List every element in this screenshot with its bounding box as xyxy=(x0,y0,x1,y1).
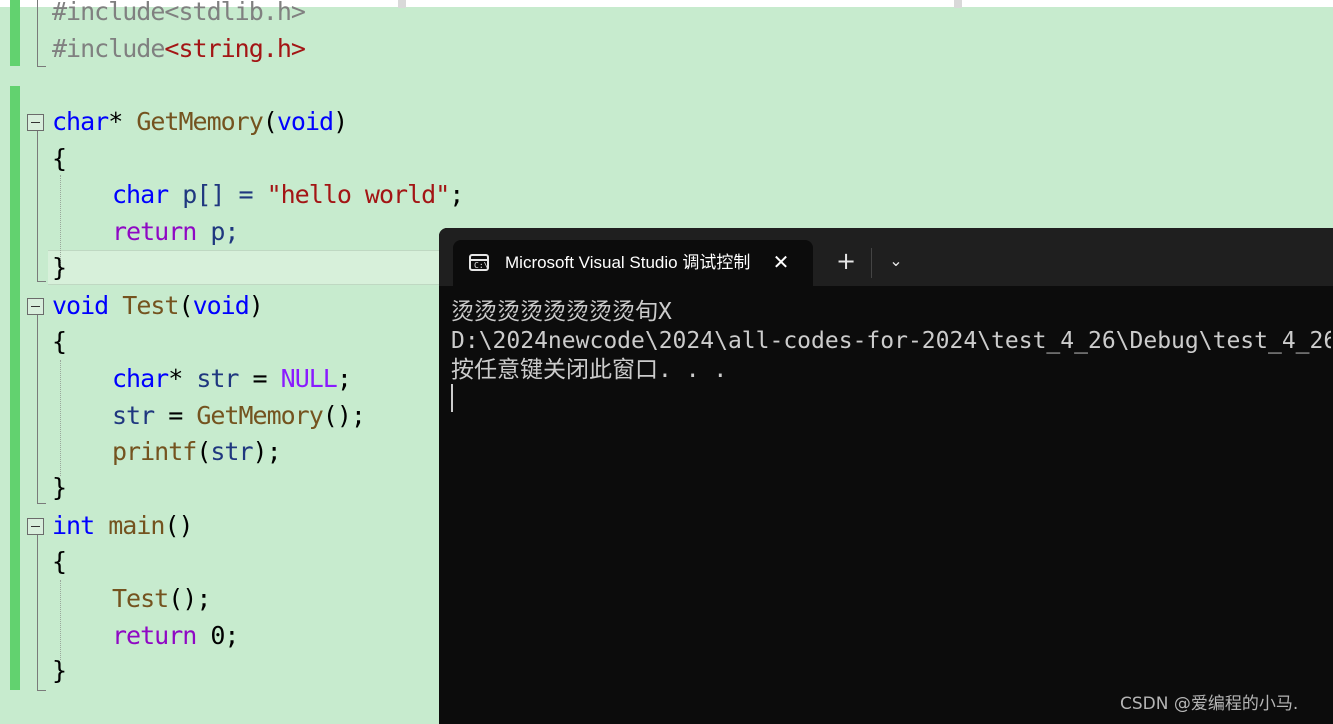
call-token: (); xyxy=(168,584,211,613)
call-token: ); xyxy=(252,437,282,466)
code-line-str-assign[interactable]: str = GetMemory(); xyxy=(112,398,366,434)
close-icon[interactable]: ✕ xyxy=(769,249,793,275)
paren-token: ) xyxy=(333,107,348,136)
include-path: <string.h> xyxy=(164,34,306,63)
code-line-include-stdlib[interactable]: #include<stdlib.h> xyxy=(52,0,306,30)
tab-divider xyxy=(954,0,962,8)
terminal-output[interactable]: 烫烫烫烫烫烫烫烫旬X D:\2024newcode\2024\all-codes… xyxy=(451,298,1331,385)
collapse-icon[interactable] xyxy=(27,114,44,131)
code-line-main-decl[interactable]: int main() xyxy=(52,508,194,544)
outline-line-end xyxy=(37,503,46,504)
outline-line xyxy=(37,0,38,66)
tab-divider xyxy=(398,0,406,8)
code-line-test-call[interactable]: Test(); xyxy=(112,581,211,617)
code-line-brace-close[interactable]: } xyxy=(52,653,67,689)
number-token: 0; xyxy=(196,621,239,650)
code-line-char-array[interactable]: char p[] = "hello world"; xyxy=(112,177,464,213)
code-line-brace-open[interactable]: { xyxy=(52,141,67,177)
operator-token: = xyxy=(154,401,197,430)
code-line-str-null[interactable]: char* str = NULL; xyxy=(112,361,352,397)
output-line-press-key: 按任意键关闭此窗口. . . xyxy=(451,357,728,383)
output-line-exe-path: D:\2024newcode\2024\all-codes-for-2024\t… xyxy=(451,328,1331,354)
outline-line-end xyxy=(37,690,46,691)
collapse-icon[interactable] xyxy=(27,298,44,315)
code-line-include-string[interactable]: #include<string.h> xyxy=(52,31,306,67)
outline-line-end xyxy=(37,66,46,67)
output-line-garbage: 烫烫烫烫烫烫烫烫旬X xyxy=(451,299,672,325)
outline-line xyxy=(37,315,38,503)
call-token: (); xyxy=(322,401,366,430)
outline-line xyxy=(37,131,38,281)
function-name: printf xyxy=(112,437,197,466)
paren-token: ( xyxy=(262,107,278,136)
code-line-getmemory-decl[interactable]: char* GetMemory(void) xyxy=(52,104,348,140)
code-line-return-p[interactable]: return p; xyxy=(112,214,239,250)
type-keyword: void xyxy=(276,107,334,136)
console-icon-text: C:\ xyxy=(474,261,489,270)
indent-guide xyxy=(60,580,61,660)
string-literal: "hello world" xyxy=(266,180,451,209)
operator-token: = xyxy=(238,364,281,393)
terminal-tab[interactable]: C:\ Microsoft Visual Studio 调试控制台 ✕ xyxy=(453,240,813,286)
terminal-title-bar[interactable]: C:\ Microsoft Visual Studio 调试控制台 ✕ + ⌄ xyxy=(439,228,1333,286)
paren-token: ( xyxy=(196,437,211,466)
code-line-printf[interactable]: printf(str); xyxy=(112,434,282,470)
semicolon-token: ; xyxy=(449,180,464,209)
function-name: Test xyxy=(122,291,179,320)
pointer-token: * xyxy=(108,107,137,136)
paren-token: () xyxy=(164,511,193,540)
control-keyword: return xyxy=(112,217,197,246)
type-keyword: void xyxy=(192,291,250,320)
code-line-brace-close[interactable]: } xyxy=(52,470,67,506)
code-line-brace-open[interactable]: { xyxy=(52,544,67,580)
title-bar-divider xyxy=(871,248,872,278)
paren-token: ) xyxy=(248,291,264,320)
code-line-test-decl[interactable]: void Test(void) xyxy=(52,288,264,324)
type-keyword: char xyxy=(52,107,109,136)
editor-tab[interactable] xyxy=(962,0,1333,7)
variable-token: str xyxy=(210,437,253,466)
function-name: GetMemory xyxy=(196,401,323,430)
pointer-token: * xyxy=(168,364,197,393)
variable-token: str xyxy=(112,401,155,430)
control-keyword: return xyxy=(112,621,197,650)
code-line-return-zero[interactable]: return 0; xyxy=(112,618,239,654)
function-name: Test xyxy=(112,584,169,613)
outline-line-end xyxy=(37,281,46,282)
change-tracking-gap xyxy=(10,66,20,86)
collapse-icon[interactable] xyxy=(27,518,44,535)
preprocessor-keyword: #include xyxy=(52,34,165,63)
paren-token: ( xyxy=(178,291,194,320)
type-keyword: char xyxy=(112,180,169,209)
terminal-tab-title: Microsoft Visual Studio 调试控制台 xyxy=(505,253,751,272)
chevron-down-icon[interactable]: ⌄ xyxy=(881,246,911,276)
function-name: GetMemory xyxy=(136,107,263,136)
semicolon-token: ; xyxy=(336,364,352,393)
code-line-brace-close[interactable]: } xyxy=(52,250,67,286)
indent-guide xyxy=(60,360,61,476)
function-name: main xyxy=(108,511,165,540)
watermark: CSDN @爱编程的小马. xyxy=(1120,694,1299,714)
preprocessor-directive: #include<stdlib.h> xyxy=(52,0,306,26)
variable-token: p[] = xyxy=(168,180,267,209)
new-tab-button[interactable]: + xyxy=(831,246,861,276)
type-keyword: void xyxy=(52,291,109,320)
debug-console-window[interactable]: C:\ Microsoft Visual Studio 调试控制台 ✕ + ⌄ … xyxy=(439,228,1333,724)
editor-tab[interactable] xyxy=(406,0,954,7)
console-icon: C:\ xyxy=(469,254,489,271)
text-cursor xyxy=(451,384,453,412)
variable-token: str xyxy=(196,364,239,393)
current-line-highlight xyxy=(48,250,448,285)
type-keyword: char xyxy=(112,364,169,393)
change-tracking-margin xyxy=(10,0,20,690)
type-keyword: int xyxy=(52,511,95,540)
variable-token: p; xyxy=(196,217,239,246)
macro-token: NULL xyxy=(280,364,338,393)
code-line-brace-open[interactable]: { xyxy=(52,324,67,360)
outline-line xyxy=(37,535,38,690)
